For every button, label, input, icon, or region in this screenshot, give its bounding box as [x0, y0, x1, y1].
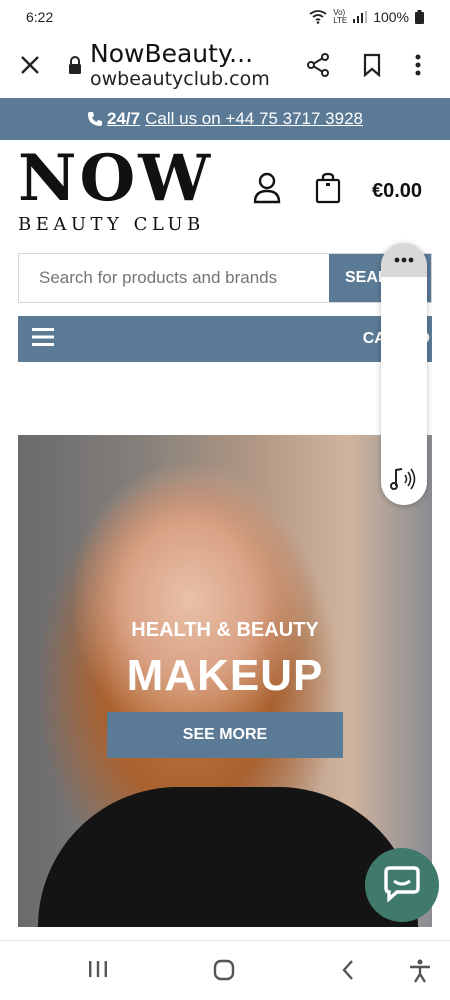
home-icon[interactable] [213, 959, 235, 986]
back-icon[interactable] [341, 959, 355, 986]
category-menu-bar[interactable]: CATEGO [18, 316, 432, 362]
logo-sub: BEAUTY CLUB [18, 214, 205, 235]
hero-banner: HEALTH & BEAUTY MAKEUP SEE MORE [18, 435, 432, 927]
status-indicators: Vo) LTE 100% [309, 9, 424, 25]
chat-button[interactable] [365, 848, 439, 922]
signal-icon [353, 11, 368, 23]
search-input[interactable] [19, 254, 329, 302]
user-icon[interactable] [253, 172, 281, 209]
chat-icon [383, 864, 421, 907]
phone-icon [87, 111, 103, 127]
hero-kicker: HEALTH & BEAUTY [131, 619, 319, 641]
search-bar: SEAR [18, 253, 432, 303]
close-icon[interactable] [14, 49, 46, 81]
lock-icon [68, 55, 84, 75]
accessibility-icon[interactable] [408, 959, 432, 988]
shopping-bag-icon[interactable] [315, 172, 341, 209]
page-url: owbeautyclub.com [90, 68, 270, 90]
floating-side-panel[interactable] [381, 243, 427, 505]
recents-icon[interactable] [88, 959, 108, 984]
logo-main: NOW [18, 141, 214, 216]
hero-title: MAKEUP [126, 651, 324, 700]
wifi-icon [309, 10, 327, 24]
browser-address[interactable]: NowBeauty... owbeautyclub.com [90, 40, 282, 90]
audio-icon[interactable] [390, 466, 418, 497]
status-time: 6:22 [26, 9, 54, 25]
battery-icon [415, 10, 424, 24]
more-horiz-icon[interactable] [381, 243, 427, 277]
system-nav-bar [0, 940, 450, 1000]
cart-total[interactable]: €0.00 [372, 180, 422, 203]
call-hours: 24/7 [107, 109, 141, 128]
status-bar: 6:22 Vo) LTE 100% [0, 0, 450, 34]
share-icon[interactable] [300, 47, 336, 83]
site-logo[interactable]: NOW BEAUTY CLUB [18, 141, 214, 236]
page-title: NowBeauty... [90, 40, 254, 68]
network-label: Vo) LTE [333, 8, 348, 25]
bookmark-icon[interactable] [354, 47, 390, 83]
more-vert-icon[interactable] [400, 47, 436, 83]
call-text: Call us on +44 75 3717 3928 [145, 109, 363, 128]
browser-toolbar: NowBeauty... owbeautyclub.com [0, 34, 450, 96]
hero-image-clothing [38, 787, 418, 927]
hamburger-icon[interactable] [32, 327, 54, 351]
see-more-button[interactable]: SEE MORE [107, 712, 343, 758]
battery-percent: 100% [373, 9, 409, 25]
call-banner[interactable]: 24/7 Call us on +44 75 3717 3928 [0, 98, 450, 140]
